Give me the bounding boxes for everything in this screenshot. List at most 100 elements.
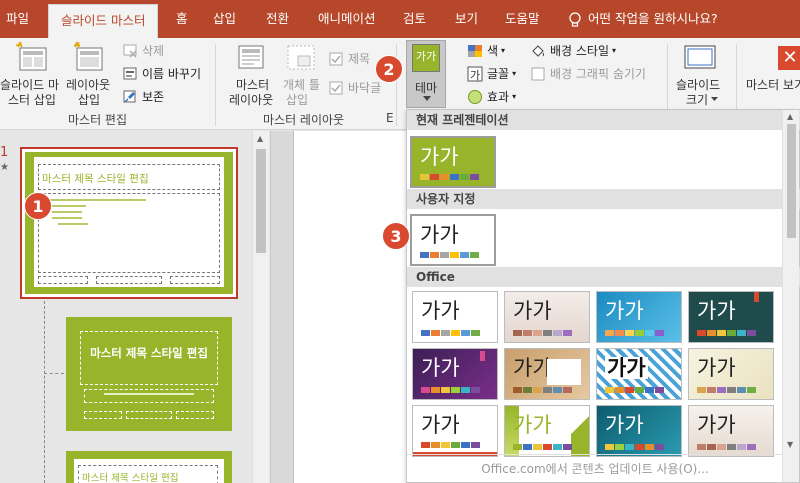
close-icon: ✕ — [778, 46, 800, 70]
rename-button[interactable]: 이름 바꾸기 — [122, 65, 201, 82]
slide-number-placeholder — [176, 411, 214, 419]
insert-master-icon — [16, 42, 47, 71]
title-layout-thumbnail[interactable]: 마스터 제목 스타일 편집 — [66, 317, 232, 431]
background-styles-button[interactable]: 배경 스타일 ▾ — [530, 42, 616, 59]
scroll-down-arrow[interactable]: ▼ — [787, 440, 793, 449]
theme-sample-glyph: 가가 — [420, 145, 459, 169]
step-badge-1: 1 — [24, 192, 52, 220]
dropdown-arrow-icon: ▾ — [512, 69, 517, 78]
footer-placeholder — [126, 411, 172, 419]
theme-sample-glyph: 가가 — [421, 413, 460, 437]
delete-label: 삭제 — [142, 44, 165, 58]
theme-sample-glyph: 가가 — [513, 299, 552, 323]
title-checkbox[interactable]: 제목 — [328, 50, 370, 67]
theme-side-shape — [571, 406, 589, 456]
scroll-up-arrow[interactable]: ▲ — [787, 112, 793, 121]
content-layout-thumbnail[interactable]: 마스터 제목 스타일 편집 — [66, 451, 232, 483]
theme-current[interactable]: 가가 — [410, 136, 496, 188]
tab-review[interactable]: 검토 — [403, 0, 426, 38]
custom-header: 사용자 지정 — [407, 189, 800, 209]
body-text-lines — [46, 199, 156, 225]
themes-label: 테마 — [415, 81, 438, 95]
footer-checkbox[interactable]: 바닥글 — [328, 79, 381, 96]
theme-office-theme[interactable]: 가가 — [412, 405, 498, 457]
tab-slide-master[interactable]: 슬라이드 마스터 — [48, 4, 159, 38]
theme-organic-dark[interactable]: 가가 — [688, 291, 774, 343]
star-icon: ★ — [0, 162, 9, 173]
theme-ion-boardroom[interactable]: 가가 — [596, 405, 682, 457]
theme-accent-tab — [754, 292, 759, 302]
dropdown-arrow-icon: ▾ — [501, 46, 506, 55]
scroll-thumb[interactable] — [256, 149, 266, 253]
theme-facet[interactable]: 가가 — [504, 291, 590, 343]
insert-placeholder-label-2: 삽입 — [286, 93, 309, 107]
theme-wood[interactable]: 가가 — [504, 348, 590, 400]
layout-title-text: 마스터 제목 스타일 편집 — [90, 346, 208, 360]
slide-thumbnail-pane[interactable]: 1 ★ 마스터 제목 스타일 편집 마스터 제목 스타일 편집 마스터 제목 스… — [0, 131, 270, 483]
tab-help[interactable]: 도움말 — [505, 0, 540, 38]
delete-slide-icon — [123, 44, 137, 58]
tab-insert[interactable]: 삽입 — [213, 0, 236, 38]
theme-office[interactable]: 가가 — [412, 291, 498, 343]
theme-thumb-icon: 가가 — [412, 44, 440, 72]
layout-tree-line — [44, 301, 45, 483]
theme-custom[interactable]: 가가 — [410, 214, 496, 266]
scroll-thumb[interactable] — [787, 124, 796, 238]
theme-color-bars — [421, 442, 481, 448]
theme-color-bars — [513, 387, 573, 393]
chevron-down-icon — [711, 97, 718, 101]
thumbnail-scrollbar[interactable]: ▲ — [252, 131, 269, 483]
master-thumbnail[interactable]: 마스터 제목 스타일 편집 — [20, 147, 238, 299]
chevron-down-icon — [423, 96, 431, 101]
theme-ion[interactable]: 가가 — [596, 291, 682, 343]
theme-pattern[interactable]: 가가 — [596, 348, 682, 400]
theme-color-bars — [697, 444, 757, 450]
dropdown-arrow-icon: ▾ — [512, 92, 517, 101]
preserve-button[interactable]: 보존 — [122, 88, 164, 105]
themes-button[interactable]: 가가 테마 — [406, 40, 446, 108]
group-edit-theme-label-partial: E — [386, 111, 394, 125]
footer-placeholder — [96, 276, 162, 284]
date-placeholder — [84, 411, 122, 419]
fonts-button[interactable]: 가 글꼴 ▾ — [467, 65, 516, 82]
group-divider — [215, 44, 216, 126]
theme-color-bars — [697, 330, 757, 336]
themes-gallery-dropdown[interactable]: 현재 프레젠테이션 가가 사용자 지정 가가 Office 가가 가가 가가 가… — [406, 109, 800, 483]
theme-sample-glyph: 가가 — [605, 299, 644, 323]
tell-me-box[interactable]: 어떤 작업을 원하시나요? — [568, 0, 718, 38]
tab-view[interactable]: 보기 — [455, 0, 478, 38]
footer-checkbox-label: 바닥글 — [348, 81, 382, 95]
office-update-link[interactable]: Office.com에서 콘텐츠 업데이트 사용(O)... — [407, 454, 783, 482]
slide-number: 1 — [0, 145, 9, 160]
master-title-text: 마스터 제목 스타일 편집 — [42, 173, 149, 185]
effects-button[interactable]: 효과 ▾ — [467, 88, 516, 105]
tab-transitions[interactable]: 전환 — [266, 0, 289, 38]
hide-background-checkbox[interactable]: 배경 그래픽 숨기기 — [530, 65, 646, 82]
effects-circle-icon — [468, 89, 482, 104]
step-badge-2: 2 — [375, 55, 403, 83]
theme-facet-green[interactable]: 가가 — [504, 405, 590, 457]
rename-icon — [123, 67, 137, 79]
theme-purple[interactable]: 가가 — [412, 348, 498, 400]
tab-animations[interactable]: 애니메이션 — [318, 0, 376, 38]
tab-home[interactable]: 홈 — [176, 0, 188, 38]
theme-retrospect[interactable]: 가가 — [688, 348, 774, 400]
insert-layout-label-2: 삽입 — [78, 93, 101, 107]
group-master-layout-label: 마스터 레이아웃 — [263, 113, 345, 127]
scroll-up-arrow[interactable]: ▲ — [257, 134, 263, 143]
color-palette-icon — [468, 44, 482, 57]
theme-savon[interactable]: 가가 — [688, 405, 774, 457]
gallery-scrollbar[interactable]: ▲ ▼ — [782, 110, 799, 482]
paint-bucket-icon — [532, 44, 544, 57]
theme-accent-tab — [480, 351, 485, 361]
step-badge-3: 3 — [382, 222, 410, 250]
effects-label: 효과 — [487, 90, 510, 104]
hide-background-label: 배경 그래픽 숨기기 — [550, 67, 646, 81]
colors-button[interactable]: 색 ▾ — [467, 42, 505, 59]
title-checkbox-label: 제목 — [348, 52, 371, 66]
tab-file[interactable]: 파일 — [6, 0, 29, 38]
delete-button[interactable]: 삭제 — [122, 42, 164, 59]
theme-sample-glyph: 가가 — [421, 356, 460, 380]
svg-text:가: 가 — [470, 69, 480, 82]
theme-color-bars — [421, 330, 481, 336]
